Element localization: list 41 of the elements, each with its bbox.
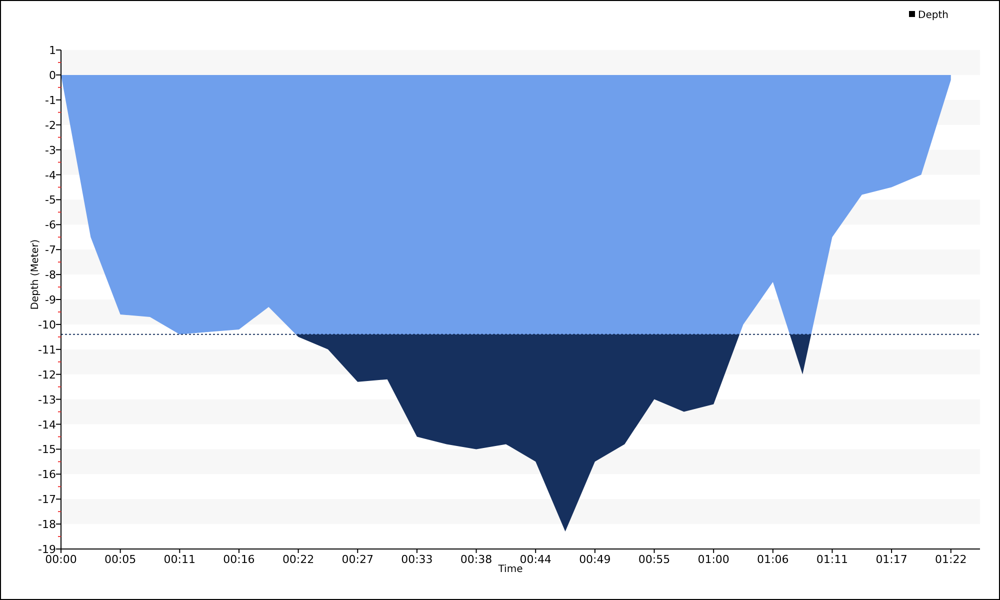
x-tick-label: 01:17: [876, 553, 908, 566]
y-tick-label: -12: [38, 368, 56, 382]
x-tick-label: 00:05: [104, 553, 136, 566]
x-tick-label: 01:00: [698, 553, 730, 566]
x-tick-label: 00:49: [579, 553, 611, 566]
legend-label: Depth: [918, 10, 948, 21]
x-tick-label: 00:55: [638, 553, 670, 566]
x-axis-title: Time: [498, 564, 523, 575]
x-tick-label: 00:44: [520, 553, 552, 566]
x-tick-label: 00:11: [164, 553, 196, 566]
y-tick-label: -13: [38, 393, 56, 406]
y-tick-label: 1: [49, 44, 56, 57]
y-tick-label: -1: [45, 94, 56, 107]
x-tick-label: 00:38: [460, 553, 492, 566]
legend-swatch: [909, 11, 915, 17]
y-tick-label: 0: [49, 68, 56, 82]
x-tick-label: 01:06: [757, 553, 789, 566]
y-tick-label: -3: [45, 144, 56, 157]
x-tick-label: 00:22: [282, 553, 314, 566]
y-tick-label: -2: [45, 118, 56, 132]
x-tick-label: 00:16: [223, 553, 255, 566]
y-tick-label: -8: [45, 268, 56, 282]
y-tick-label: -10: [38, 318, 56, 332]
y-tick-label: -6: [45, 218, 56, 232]
y-tick-label: -7: [45, 244, 56, 257]
x-tick-label: 00:00: [45, 553, 77, 566]
y-tick-label: -17: [38, 493, 56, 506]
x-tick-label: 00:27: [342, 553, 374, 566]
y-tick-label: -5: [45, 194, 56, 207]
x-tick-label: 01:11: [816, 553, 848, 566]
y-tick-label: -15: [38, 443, 56, 456]
x-tick-label: 00:33: [401, 553, 433, 566]
y-tick-label: -4: [45, 168, 56, 182]
y-axis-title: Depth (Meter): [30, 239, 41, 310]
y-tick-label: -18: [38, 518, 56, 532]
y-tick-label: -16: [38, 468, 56, 482]
y-tick-label: -14: [38, 418, 56, 432]
x-tick-label: 01:22: [935, 553, 967, 566]
y-tick-label: -11: [38, 343, 56, 356]
y-tick-label: -19: [38, 543, 56, 556]
y-tick-label: -9: [45, 294, 56, 306]
